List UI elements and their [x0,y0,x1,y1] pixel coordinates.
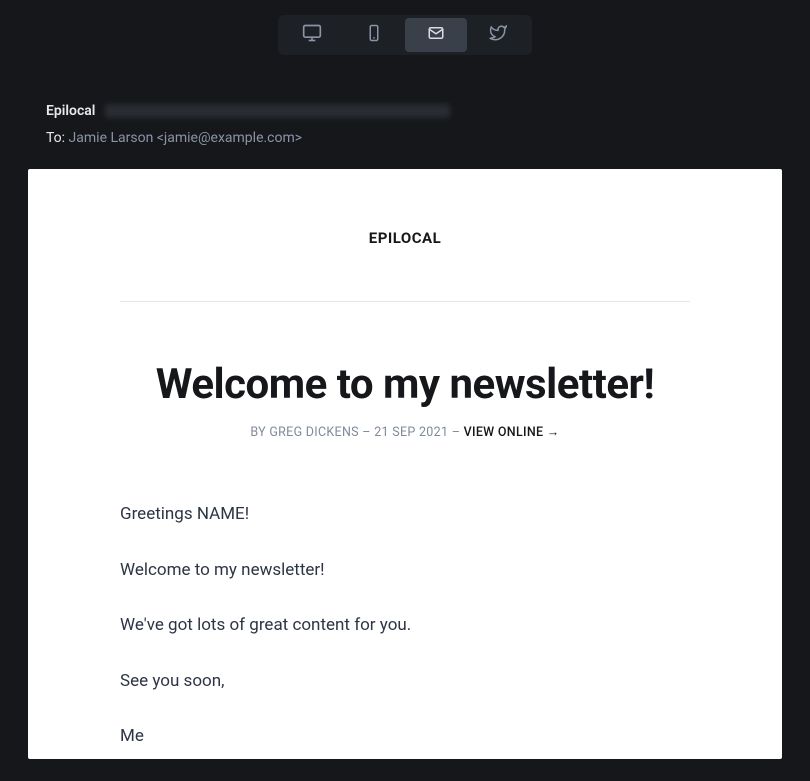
paragraph: We've got lots of great content for you. [120,613,690,639]
byline-date: 21 SEP 2021 [374,425,448,440]
tab-mobile[interactable] [343,18,405,52]
email-content: Greetings NAME! Welcome to my newsletter… [74,502,736,750]
byline-sep1: – [359,425,374,440]
byline-sep2: – [448,425,463,440]
from-name: Epilocal [46,103,95,119]
paragraph: Greetings NAME! [120,502,690,528]
to-line: To: Jamie Larson <jamie@example.com> [46,125,766,152]
mobile-icon [365,24,383,46]
preview-mode-toolbar [0,0,810,70]
preview-mode-tabs [278,15,532,55]
tab-desktop[interactable] [281,18,343,52]
twitter-icon [489,24,507,46]
paragraph: Me [120,724,690,750]
email-body: EPILOCAL Welcome to my newsletter! BY GR… [28,169,782,759]
from-address-redacted [105,104,450,118]
preview-content: Epilocal To: Jamie Larson <jamie@example… [0,70,810,759]
paragraph: Welcome to my newsletter! [120,558,690,584]
brand-name: EPILOCAL [74,229,736,247]
byline-prefix: BY [250,425,269,440]
from-line: Epilocal [46,98,766,125]
header-divider [120,301,690,302]
byline: BY GREG DICKENS – 21 SEP 2021 – VIEW ONL… [74,425,736,440]
desktop-icon [302,23,322,47]
email-meta: Epilocal To: Jamie Larson <jamie@example… [28,98,782,169]
to-value: Jamie Larson <jamie@example.com> [69,130,303,146]
tab-twitter[interactable] [467,18,529,52]
paragraph: See you soon, [120,669,690,695]
tab-email[interactable] [405,18,467,52]
mail-icon [427,24,445,46]
byline-author: GREG DICKENS [269,425,359,440]
to-label: To: [46,130,65,146]
view-online-link[interactable]: VIEW ONLINE → [464,425,560,440]
post-title: Welcome to my newsletter! [74,360,736,409]
